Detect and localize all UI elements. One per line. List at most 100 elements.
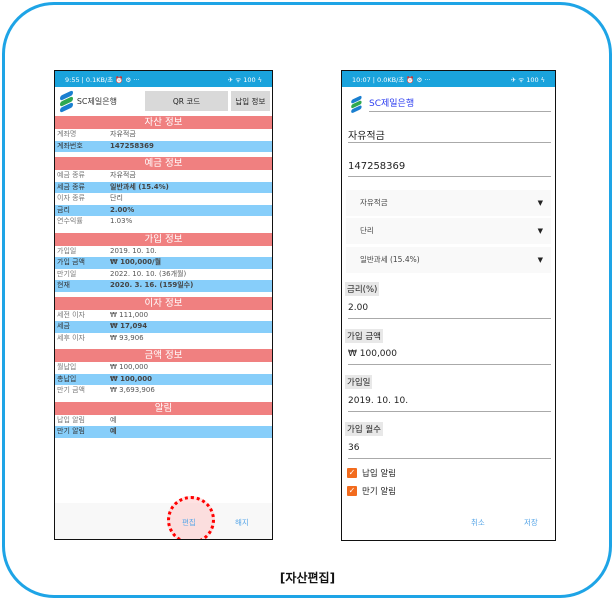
info-row: 가입 금액 ₩ 100,000/월 <box>55 257 272 269</box>
cancel-button[interactable]: 취소 <box>471 517 485 528</box>
maturity-alarm-checkbox[interactable]: ✓ 만기 알림 <box>347 485 396 497</box>
status-time: 9:55 | 0.1KB/초 ⏰ ⚙ ··· <box>65 76 140 84</box>
section-header: 알림 <box>55 401 272 415</box>
section-header: 가입 정보 <box>55 232 272 246</box>
status-icons: ✈ ᯤ 100 ϟ <box>227 75 262 84</box>
tax-type-value: 일반과세 (15.4%) <box>360 255 420 264</box>
row-value: 단리 <box>110 194 123 202</box>
row-key: 만기 금액 <box>57 386 85 394</box>
status-bar: 9:55 | 0.1KB/초 ⏰ ⚙ ··· ✈ ᯤ 100 ϟ <box>55 71 272 87</box>
info-row: 만기일 2022. 10. 10. (36개월) <box>55 269 272 281</box>
info-row: 계좌명 자유적금 <box>55 129 272 141</box>
deposit-type-dropdown[interactable]: 자유적금 ▼ <box>346 190 551 216</box>
info-row: 세금 ₩ 17,094 <box>55 321 272 333</box>
row-value: 예 <box>110 415 117 424</box>
asset-view-screen: 9:55 | 0.1KB/초 ⏰ ⚙ ··· ✈ ᯤ 100 ϟ SC제일은행 Q… <box>54 70 273 540</box>
amount-input[interactable]: ₩ 100,000 <box>348 349 551 365</box>
info-row: 월납입 ₩ 100,000 <box>55 362 272 374</box>
info-sections: 자산 정보 계좌명 자유적금 계좌번호 147258369 예금 정보 예금 종류 자유적금 세… <box>55 116 272 438</box>
info-row: 만기 알림 예 <box>55 426 272 438</box>
row-value: ₩ 100,000 <box>110 374 153 383</box>
rate-input[interactable]: 2.00 <box>348 303 551 319</box>
checkbox-checked-icon: ✓ <box>347 468 357 478</box>
info-row: 계좌번호 147258369 <box>55 140 272 152</box>
row-key: 예금 종류 <box>57 171 85 179</box>
row-value: ₩ 17,094 <box>110 322 148 330</box>
row-key: 계좌번호 <box>57 141 83 150</box>
info-row: 세후 이자 ₩ 93,906 <box>55 333 272 345</box>
save-button[interactable]: 저장 <box>524 517 538 528</box>
info-row: 세전 이자 ₩ 111,000 <box>55 310 272 322</box>
info-row: 가입일 2019. 10. 10. <box>55 246 272 258</box>
row-value: 1.03% <box>110 217 133 225</box>
section-header: 금액 정보 <box>55 349 272 362</box>
row-key: 총납입 <box>57 374 77 383</box>
maturity-alarm-label: 만기 알림 <box>362 487 396 497</box>
row-key: 가입 금액 <box>57 258 85 266</box>
row-value: 자유적금 <box>110 171 136 179</box>
payment-alarm-label: 납입 알림 <box>362 469 396 479</box>
sc-logo-icon <box>57 89 74 114</box>
amount-label: 가입 금액 <box>345 329 383 343</box>
months-label: 가입 월수 <box>345 422 383 436</box>
account-number-input[interactable]: 147258369 <box>348 161 551 177</box>
status-icons: ✈ ᯤ 100 ϟ <box>510 75 545 84</box>
info-row: 현재 2020. 3. 16. (159일수) <box>55 280 272 292</box>
caption: [자산편집] <box>279 571 336 585</box>
payment-alarm-checkbox[interactable]: ✓ 납입 알림 <box>347 467 396 479</box>
dropdown-arrow-icon: ▼ <box>537 199 543 207</box>
info-row: 만기 금액 ₩ 3,693,906 <box>55 385 272 397</box>
info-row: 총납입 ₩ 100,000 <box>55 373 272 385</box>
row-key: 세전 이자 <box>57 310 85 319</box>
header: SC제일은행 QR 코드 납입 정보 <box>55 87 272 115</box>
sc-logo-icon <box>349 95 363 114</box>
section-header: 이자 정보 <box>55 296 272 310</box>
row-value: ₩ 93,906 <box>110 333 144 342</box>
row-value: 147258369 <box>110 141 154 150</box>
row-value: ₩ 111,000 <box>110 310 149 319</box>
row-value: 2022. 10. 10. (36개월) <box>110 269 187 278</box>
row-value: ₩ 3,693,906 <box>110 386 155 394</box>
row-key: 납입 알림 <box>57 415 85 424</box>
info-row: 연수익률 1.03% <box>55 216 272 228</box>
months-input[interactable]: 36 <box>348 443 551 459</box>
join-date-input[interactable]: 2019. 10. 10. <box>348 396 551 412</box>
row-key: 세금 종류 <box>57 182 85 191</box>
edit-button[interactable]: 편집 <box>182 517 196 528</box>
dropdown-arrow-icon: ▼ <box>537 256 543 264</box>
info-row: 금리 2.00% <box>55 204 272 216</box>
row-key: 월납입 <box>57 363 77 371</box>
bank-select[interactable]: SC제일은행 <box>369 96 551 112</box>
status-bar: 10:07 | 0.0KB/초 ⏰ ⚙ ··· ✈ ᯤ 100 ϟ <box>342 71 555 87</box>
row-value: ₩ 100,000 <box>110 363 149 371</box>
terminate-button[interactable]: 해지 <box>235 517 249 528</box>
row-value: 자유적금 <box>110 130 136 138</box>
row-value: 2019. 10. 10. <box>110 246 157 255</box>
qr-code-button[interactable]: QR 코드 <box>145 91 228 111</box>
info-row: 세금 종류 일반과세 (15.4%) <box>55 181 272 193</box>
checkbox-checked-icon: ✓ <box>347 486 357 496</box>
asset-edit-screen: 10:07 | 0.0KB/초 ⏰ ⚙ ··· ✈ ᯤ 100 ϟ SC제일은행 … <box>341 70 556 541</box>
row-key: 연수익률 <box>57 217 83 225</box>
row-key: 현재 <box>57 281 70 289</box>
info-row: 예금 종류 자유적금 <box>55 170 272 182</box>
interest-type-dropdown[interactable]: 단리 ▼ <box>346 218 551 244</box>
status-time: 10:07 | 0.0KB/초 ⏰ ⚙ ··· <box>352 76 431 84</box>
row-key: 이자 종류 <box>57 194 85 202</box>
row-key: 세후 이자 <box>57 333 85 342</box>
dropdown-arrow-icon: ▼ <box>537 227 543 235</box>
row-value: 2.00% <box>110 205 135 214</box>
account-name-input[interactable]: 자유적금 <box>348 127 551 143</box>
bank-name: SC제일은행 <box>76 96 117 106</box>
row-key: 금리 <box>57 205 70 214</box>
row-key: 계좌명 <box>57 130 77 138</box>
info-row: 납입 알림 예 <box>55 415 272 427</box>
join-date-label: 가입일 <box>345 375 373 389</box>
deposit-type-value: 자유적금 <box>360 198 388 207</box>
tax-type-dropdown[interactable]: 일반과세 (15.4%) ▼ <box>346 247 551 273</box>
payment-info-button[interactable]: 납입 정보 <box>230 91 270 111</box>
section-header: 자산 정보 <box>55 116 272 129</box>
row-value: ₩ 100,000/월 <box>110 258 162 266</box>
row-value: 2020. 3. 16. (159일수) <box>110 281 194 289</box>
rate-label: 금리(%) <box>345 282 380 296</box>
